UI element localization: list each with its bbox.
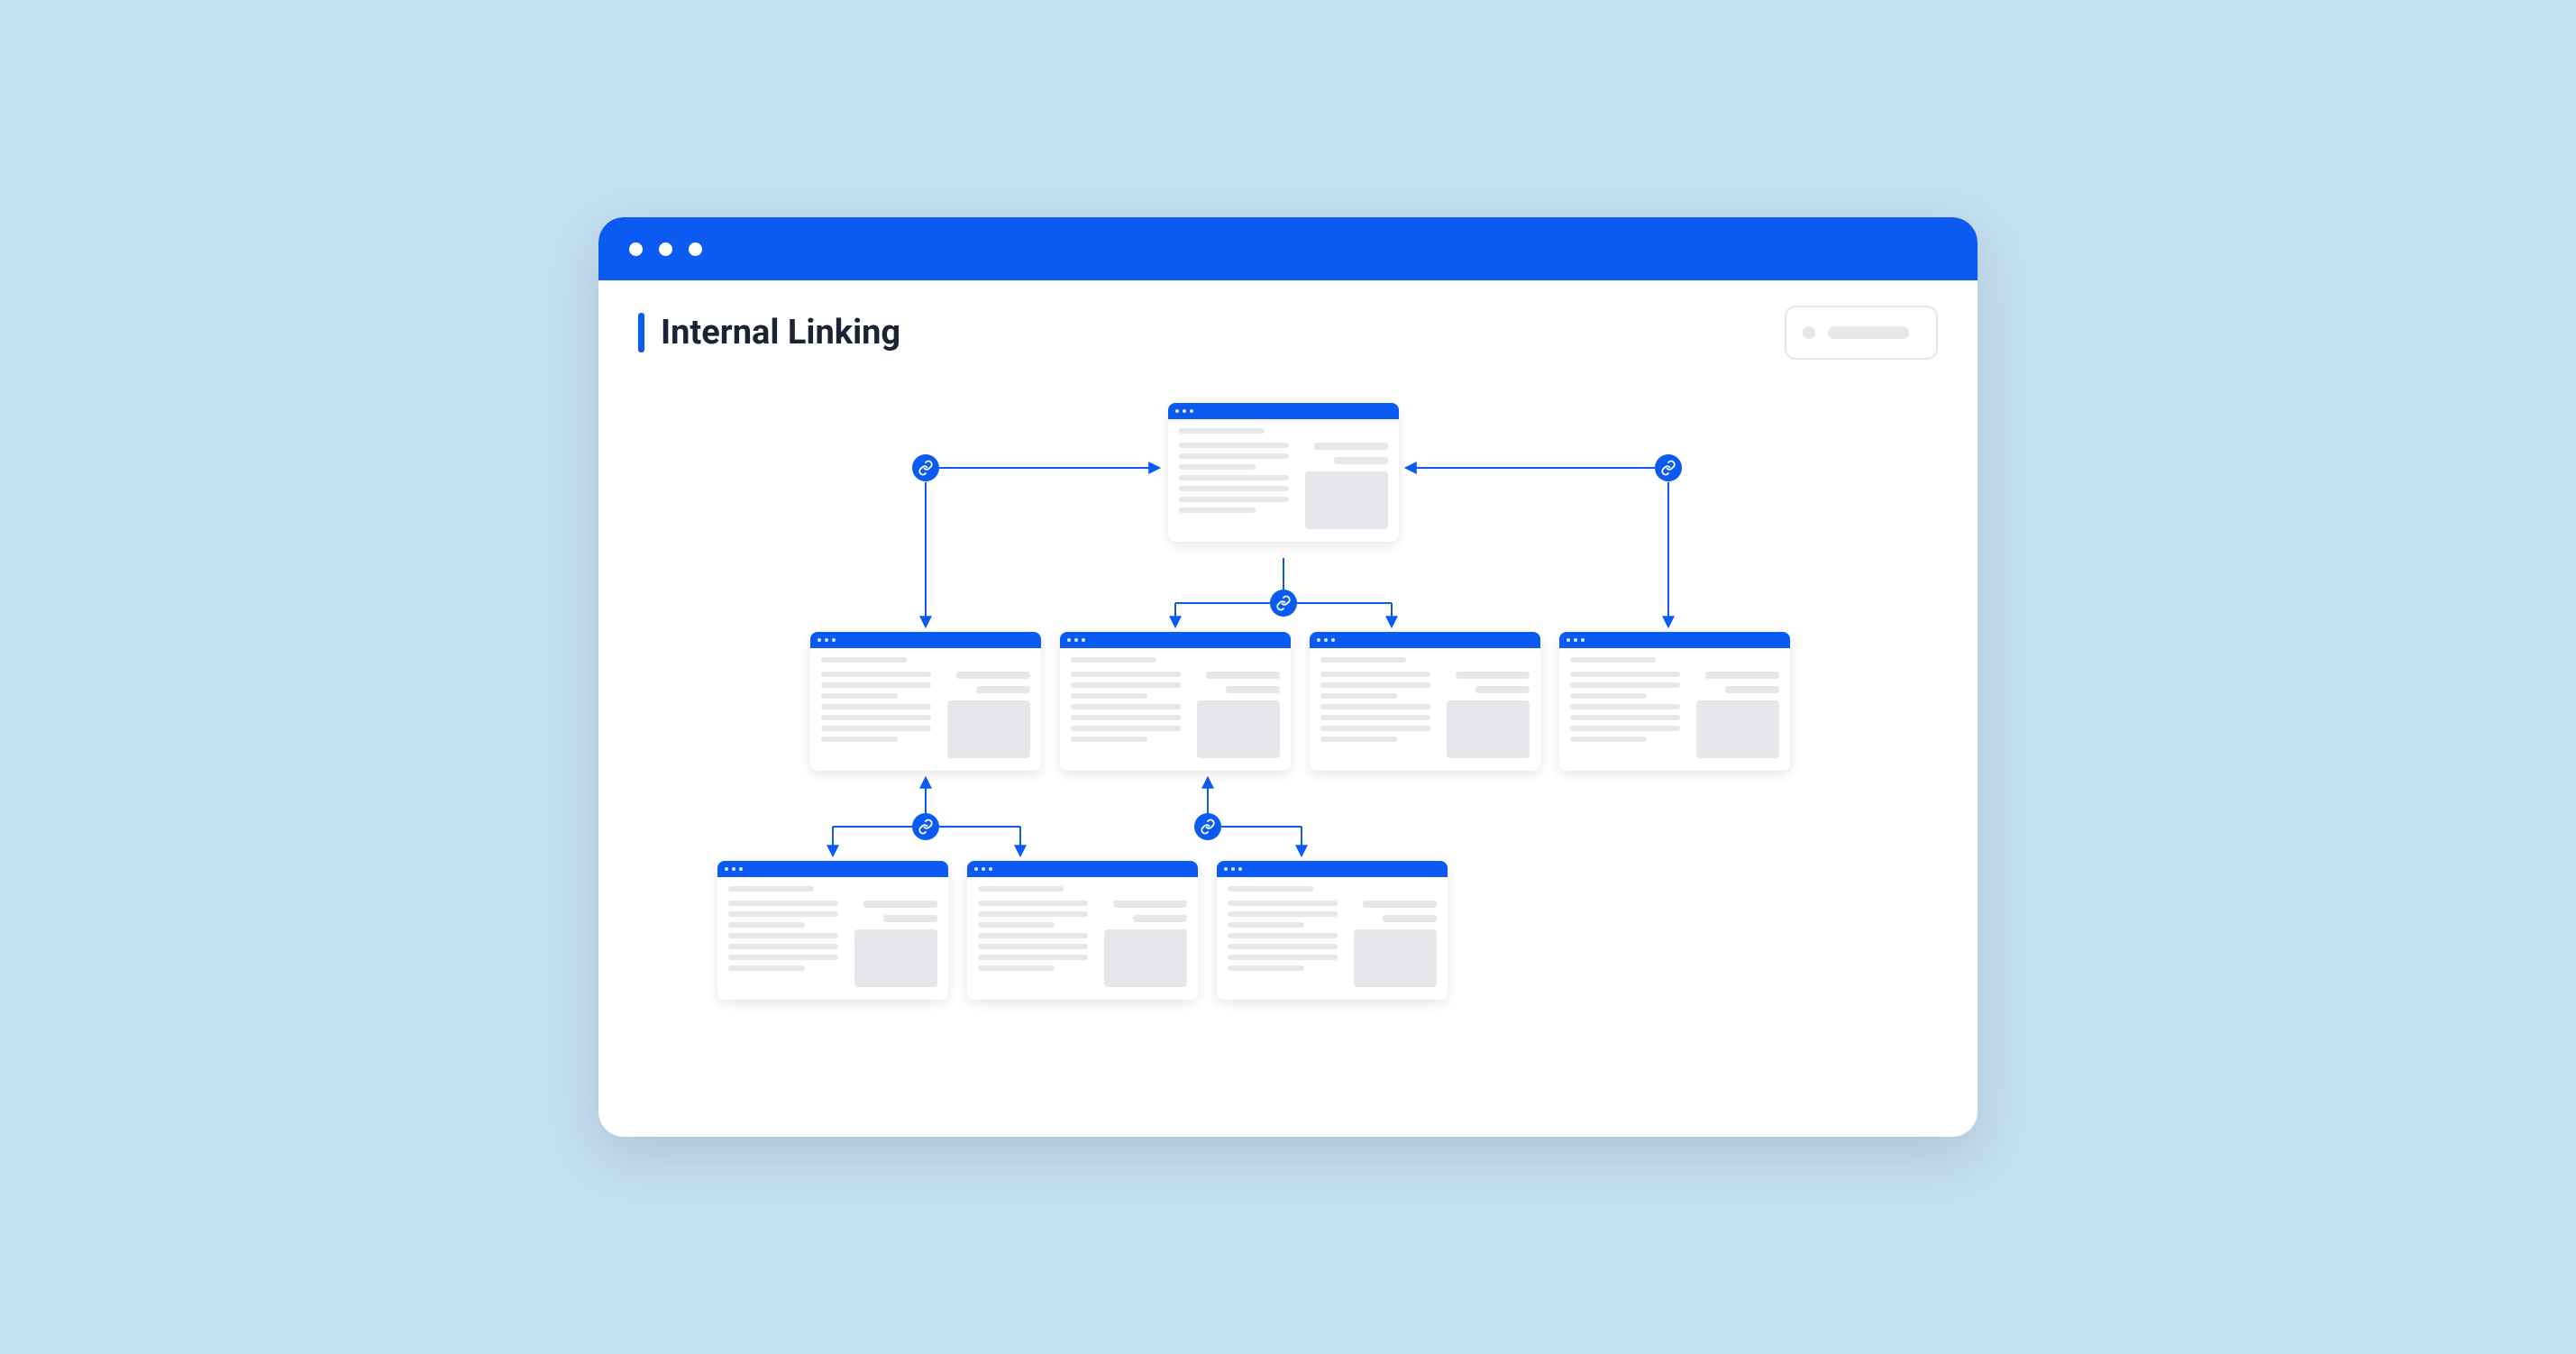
page-card xyxy=(810,632,1041,771)
window-titlebar xyxy=(598,217,1978,280)
page-card xyxy=(1060,632,1291,771)
browser-window: Internal Linking xyxy=(598,217,1978,1137)
diagram-canvas xyxy=(598,360,1978,1135)
title-accent-bar xyxy=(638,313,644,352)
page-title-block: Internal Linking xyxy=(638,313,900,352)
page-card-titlebar xyxy=(1168,403,1399,419)
page-card-root xyxy=(1168,403,1399,542)
page-card xyxy=(717,861,948,1000)
placeholder-dot-icon xyxy=(1803,326,1815,339)
window-control-dot[interactable] xyxy=(629,242,643,256)
link-icon xyxy=(1194,813,1221,840)
header-placeholder-button[interactable] xyxy=(1785,306,1938,360)
link-icon xyxy=(912,454,939,481)
page-card xyxy=(1559,632,1790,771)
page-header: Internal Linking xyxy=(598,280,1978,360)
link-icon xyxy=(912,813,939,840)
page-card xyxy=(1217,861,1448,1000)
window-control-dot[interactable] xyxy=(689,242,702,256)
page-card xyxy=(967,861,1198,1000)
window-control-dot[interactable] xyxy=(659,242,672,256)
page-card xyxy=(1310,632,1540,771)
link-icon xyxy=(1270,590,1297,617)
placeholder-line xyxy=(1828,326,1909,339)
page-title: Internal Linking xyxy=(661,313,900,352)
link-icon xyxy=(1655,454,1682,481)
